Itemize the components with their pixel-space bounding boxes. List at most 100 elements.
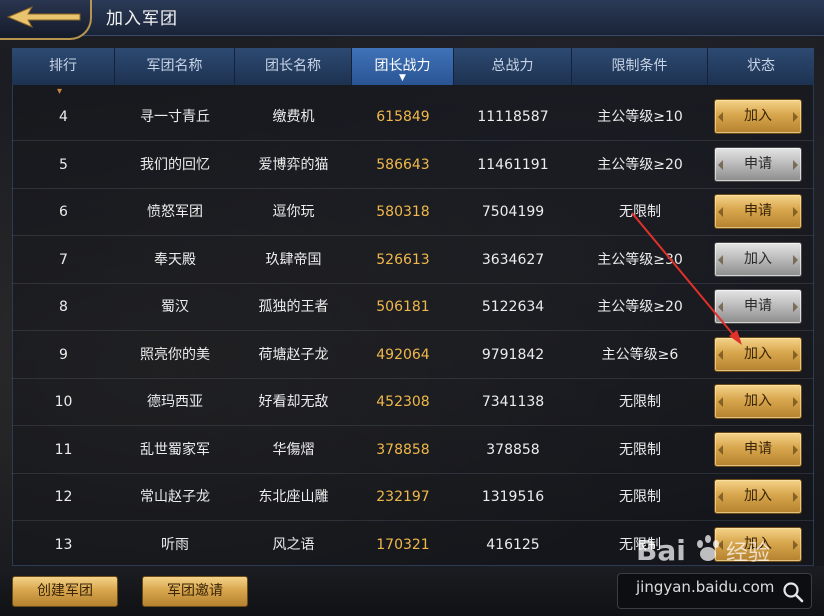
- total-power-cell: 11118587: [477, 109, 549, 125]
- leader-name-cell: 荷塘赵子龙: [258, 346, 329, 363]
- rank-cell: 10: [54, 394, 73, 410]
- leader-power-cell: 506181: [376, 299, 430, 315]
- status-cell: 加入: [708, 379, 814, 426]
- header-status[interactable]: 状态: [708, 48, 814, 85]
- legion-name-cell: 愤怒军团: [147, 204, 203, 220]
- restriction-cell: 无限制: [619, 204, 661, 220]
- table-row: 5 我们的回忆 爱博弈的猫 586643 11461191 主公等级≥20 申请: [12, 142, 814, 189]
- join-button[interactable]: 加入: [714, 384, 802, 419]
- page-title: 加入军团: [106, 9, 178, 29]
- join-button[interactable]: 加入: [714, 336, 802, 372]
- leader-power-cell: 452308: [376, 394, 430, 410]
- leader-name-cell: 爱博弈的猫: [258, 156, 329, 173]
- rank-cell: 8: [59, 299, 68, 315]
- leader-name-cell: 风之语: [272, 536, 315, 553]
- total-power-cell: 11461191: [477, 156, 549, 173]
- baidu-watermark-logo: Bai 经验: [636, 534, 770, 567]
- status-cell: 申请: [708, 284, 814, 331]
- table-row: 4 寻一寸青丘 缴费机 615849 11118587 主公等级≥10 加入: [12, 94, 814, 141]
- header-leader-power-label: 团长战力: [374, 58, 431, 74]
- restriction-cell: 主公等级≥20: [597, 156, 683, 173]
- leader-power-cell: 492064: [376, 346, 430, 363]
- rank-cell: 13: [54, 536, 73, 553]
- legion-invite-button[interactable]: 军团邀请: [142, 576, 248, 607]
- rank-cell: 5: [59, 156, 68, 173]
- status-cell: 加入: [708, 237, 814, 284]
- leader-name-cell: 逗你玩: [272, 204, 315, 220]
- restriction-cell: 主公等级≥6: [601, 346, 679, 363]
- table-row: 8 蜀汉 孤独的王者 506181 5122634 主公等级≥20 申请: [12, 284, 814, 331]
- total-power-cell: 7504199: [481, 204, 545, 220]
- header-leader-name[interactable]: 团长名称: [235, 48, 352, 85]
- total-power-cell: 378858: [486, 441, 540, 458]
- leader-power-cell: 586643: [376, 156, 430, 173]
- total-power-cell: 1319516: [481, 489, 545, 505]
- total-power-cell: 3634627: [481, 251, 545, 268]
- join-button[interactable]: 加入: [714, 479, 802, 514]
- svg-text:经验: 经验: [726, 541, 770, 566]
- back-arrow-icon: [6, 5, 81, 29]
- watermark-url: jingyan.baidu.com: [636, 578, 775, 596]
- legion-name-cell: 我们的回忆: [140, 156, 210, 173]
- table-row: 12 常山赵子龙 东北座山雕 232197 1319516 无限制 加入: [12, 474, 814, 521]
- header-leader-power[interactable]: 团长战力 ▼: [352, 48, 454, 85]
- apply-button[interactable]: 申请: [714, 431, 802, 467]
- leader-power-cell: 615849: [376, 109, 430, 125]
- legion-name-cell: 听雨: [161, 536, 189, 553]
- leader-power-cell: 170321: [376, 536, 430, 553]
- total-power-cell: 7341138: [481, 394, 545, 410]
- legion-name-cell: 德玛西亚: [147, 394, 203, 410]
- rank-cell: 12: [54, 489, 73, 505]
- table-row: 10 德玛西亚 好看却无敌 452308 7341138 无限制 加入: [12, 379, 814, 426]
- rank-cell: 6: [59, 204, 68, 220]
- table-header: 排行 军团名称 团长名称 团长战力 ▼ 总战力 限制条件 状态: [12, 48, 814, 85]
- restriction-cell: 无限制: [619, 394, 661, 410]
- leader-power-cell: 580318: [376, 204, 430, 220]
- leader-power-cell: 232197: [376, 489, 430, 505]
- header-legion-name[interactable]: 军团名称: [115, 48, 235, 85]
- svg-text:Bai: Bai: [636, 534, 686, 567]
- rank-cell: 9: [59, 346, 68, 363]
- leader-name-cell: 孤独的王者: [258, 299, 329, 315]
- search-icon[interactable]: [781, 580, 805, 604]
- status-cell: 加入: [708, 94, 814, 141]
- table-row: 6 愤怒军团 逗你玩 580318 7504199 无限制 申请: [12, 189, 814, 236]
- back-button[interactable]: [0, 0, 92, 40]
- legion-name-cell: 奉天殿: [154, 251, 196, 268]
- header-total-power[interactable]: 总战力: [454, 48, 572, 85]
- apply-button[interactable]: 申请: [714, 289, 802, 324]
- total-power-cell: 416125: [486, 536, 540, 553]
- header-rank[interactable]: 排行: [12, 48, 115, 85]
- leader-power-cell: 378858: [376, 441, 430, 458]
- apply-button[interactable]: 申请: [714, 146, 802, 182]
- restriction-cell: 主公等级≥20: [597, 299, 683, 315]
- join-button[interactable]: 加入: [714, 241, 802, 277]
- table-row: 9 照亮你的美 荷塘赵子龙 492064 9791842 主公等级≥6 加入: [12, 332, 814, 379]
- total-power-cell: 5122634: [481, 299, 545, 315]
- restriction-cell: 主公等级≥30: [597, 251, 683, 268]
- table-row: 7 奉天殿 玖肆帝国 526613 3634627 主公等级≥30 加入: [12, 237, 814, 284]
- status-cell: 申请: [708, 189, 814, 236]
- table-row: 11 乱世蜀家军 华傷熠 378858 378858 无限制 申请: [12, 427, 814, 474]
- leader-name-cell: 华傷熠: [272, 441, 315, 458]
- total-power-cell: 9791842: [481, 346, 545, 363]
- leader-power-cell: 526613: [376, 251, 430, 268]
- join-button[interactable]: 加入: [714, 99, 802, 134]
- status-cell: 加入: [708, 332, 814, 379]
- sort-down-icon: ▼: [399, 73, 406, 83]
- rank-cell: 7: [59, 251, 68, 268]
- rank-cell: 4: [59, 109, 68, 125]
- status-cell: 申请: [708, 427, 814, 474]
- legion-name-cell: 蜀汉: [161, 299, 189, 315]
- restriction-cell: 无限制: [619, 489, 661, 505]
- status-cell: 申请: [708, 142, 814, 189]
- leader-name-cell: 好看却无敌: [258, 394, 329, 410]
- rank-cell: 11: [54, 441, 73, 458]
- create-legion-button[interactable]: 创建军团: [12, 576, 118, 607]
- leader-name-cell: 玖肆帝国: [265, 251, 322, 268]
- leader-name-cell: 东北座山雕: [258, 489, 329, 505]
- restriction-cell: 无限制: [619, 441, 661, 458]
- restriction-cell: 主公等级≥10: [597, 109, 683, 125]
- apply-button[interactable]: 申请: [714, 194, 802, 229]
- header-restriction[interactable]: 限制条件: [572, 48, 708, 85]
